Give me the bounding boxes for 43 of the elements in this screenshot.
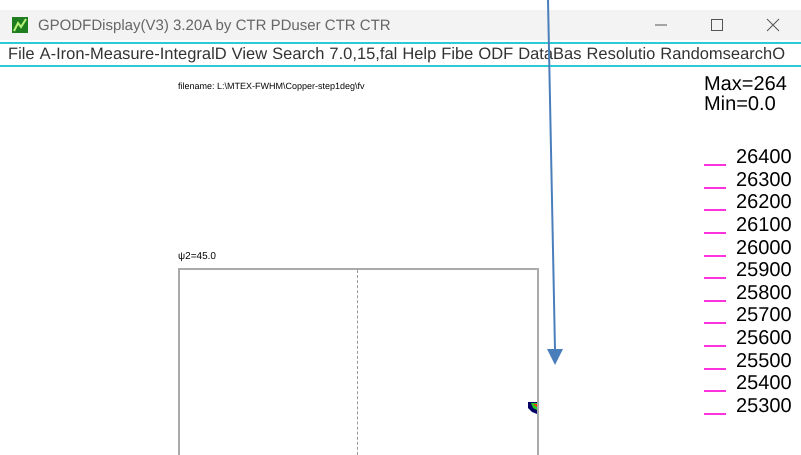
legend-line [704,322,726,324]
menu-item[interactable]: Help [402,45,436,64]
max-value: Max=264 [704,74,788,94]
legend-line [704,254,726,257]
menu-item[interactable]: File [8,45,35,64]
legend-level: 25800 [736,282,792,303]
maximize-icon [711,19,723,31]
legend-line [704,277,726,280]
menu-item[interactable]: Fibe [441,45,474,64]
legend-line [704,412,726,415]
menu-item[interactable]: Search [272,45,324,64]
min-value: Min=0.0 [704,94,777,114]
window-title: GPODFDisplay(V3) 3.20A by CTR PDuser CTR CTR [38,16,391,34]
legend-level: 26400 [736,147,792,168]
filename-label: filename: L:\MTEX-FWHM\Copper-step1deg\fv [178,81,366,91]
legend-level: 25300 [736,396,792,416]
menu-item[interactable]: View [232,45,268,64]
close-icon [766,18,780,32]
legend-level: 26000 [736,238,792,258]
contour-spot-drawing [528,402,537,414]
legend-line [704,345,726,348]
legend-level: 25900 [736,260,792,280]
menu-item[interactable]: A-Iron-Measure-IntegralD [40,45,227,64]
legend-level: 25400 [736,373,792,394]
legend-line [704,232,726,234]
legend-level: 26200 [736,192,792,212]
legend-level: 25500 [736,350,792,371]
legend-line [704,390,726,392]
legend-line [704,164,726,166]
legend-level: 25600 [736,328,792,348]
menu-item[interactable]: RandomsearchO [660,45,786,64]
menu-item[interactable]: ODF [478,45,514,64]
legend-level: 26100 [736,215,792,236]
plot-label: ψ2=45.0 [178,251,217,262]
menu-item[interactable]: 7.0,15,fal [329,45,398,64]
legend-line [704,186,726,189]
legend-line [704,209,726,212]
legend-line [704,300,726,302]
menu-item[interactable]: Resolutio [586,45,656,64]
legend-line [704,368,726,370]
legend-level: 25700 [736,305,792,326]
legend-level: 26300 [736,170,792,190]
chart-app-icon [12,17,28,33]
